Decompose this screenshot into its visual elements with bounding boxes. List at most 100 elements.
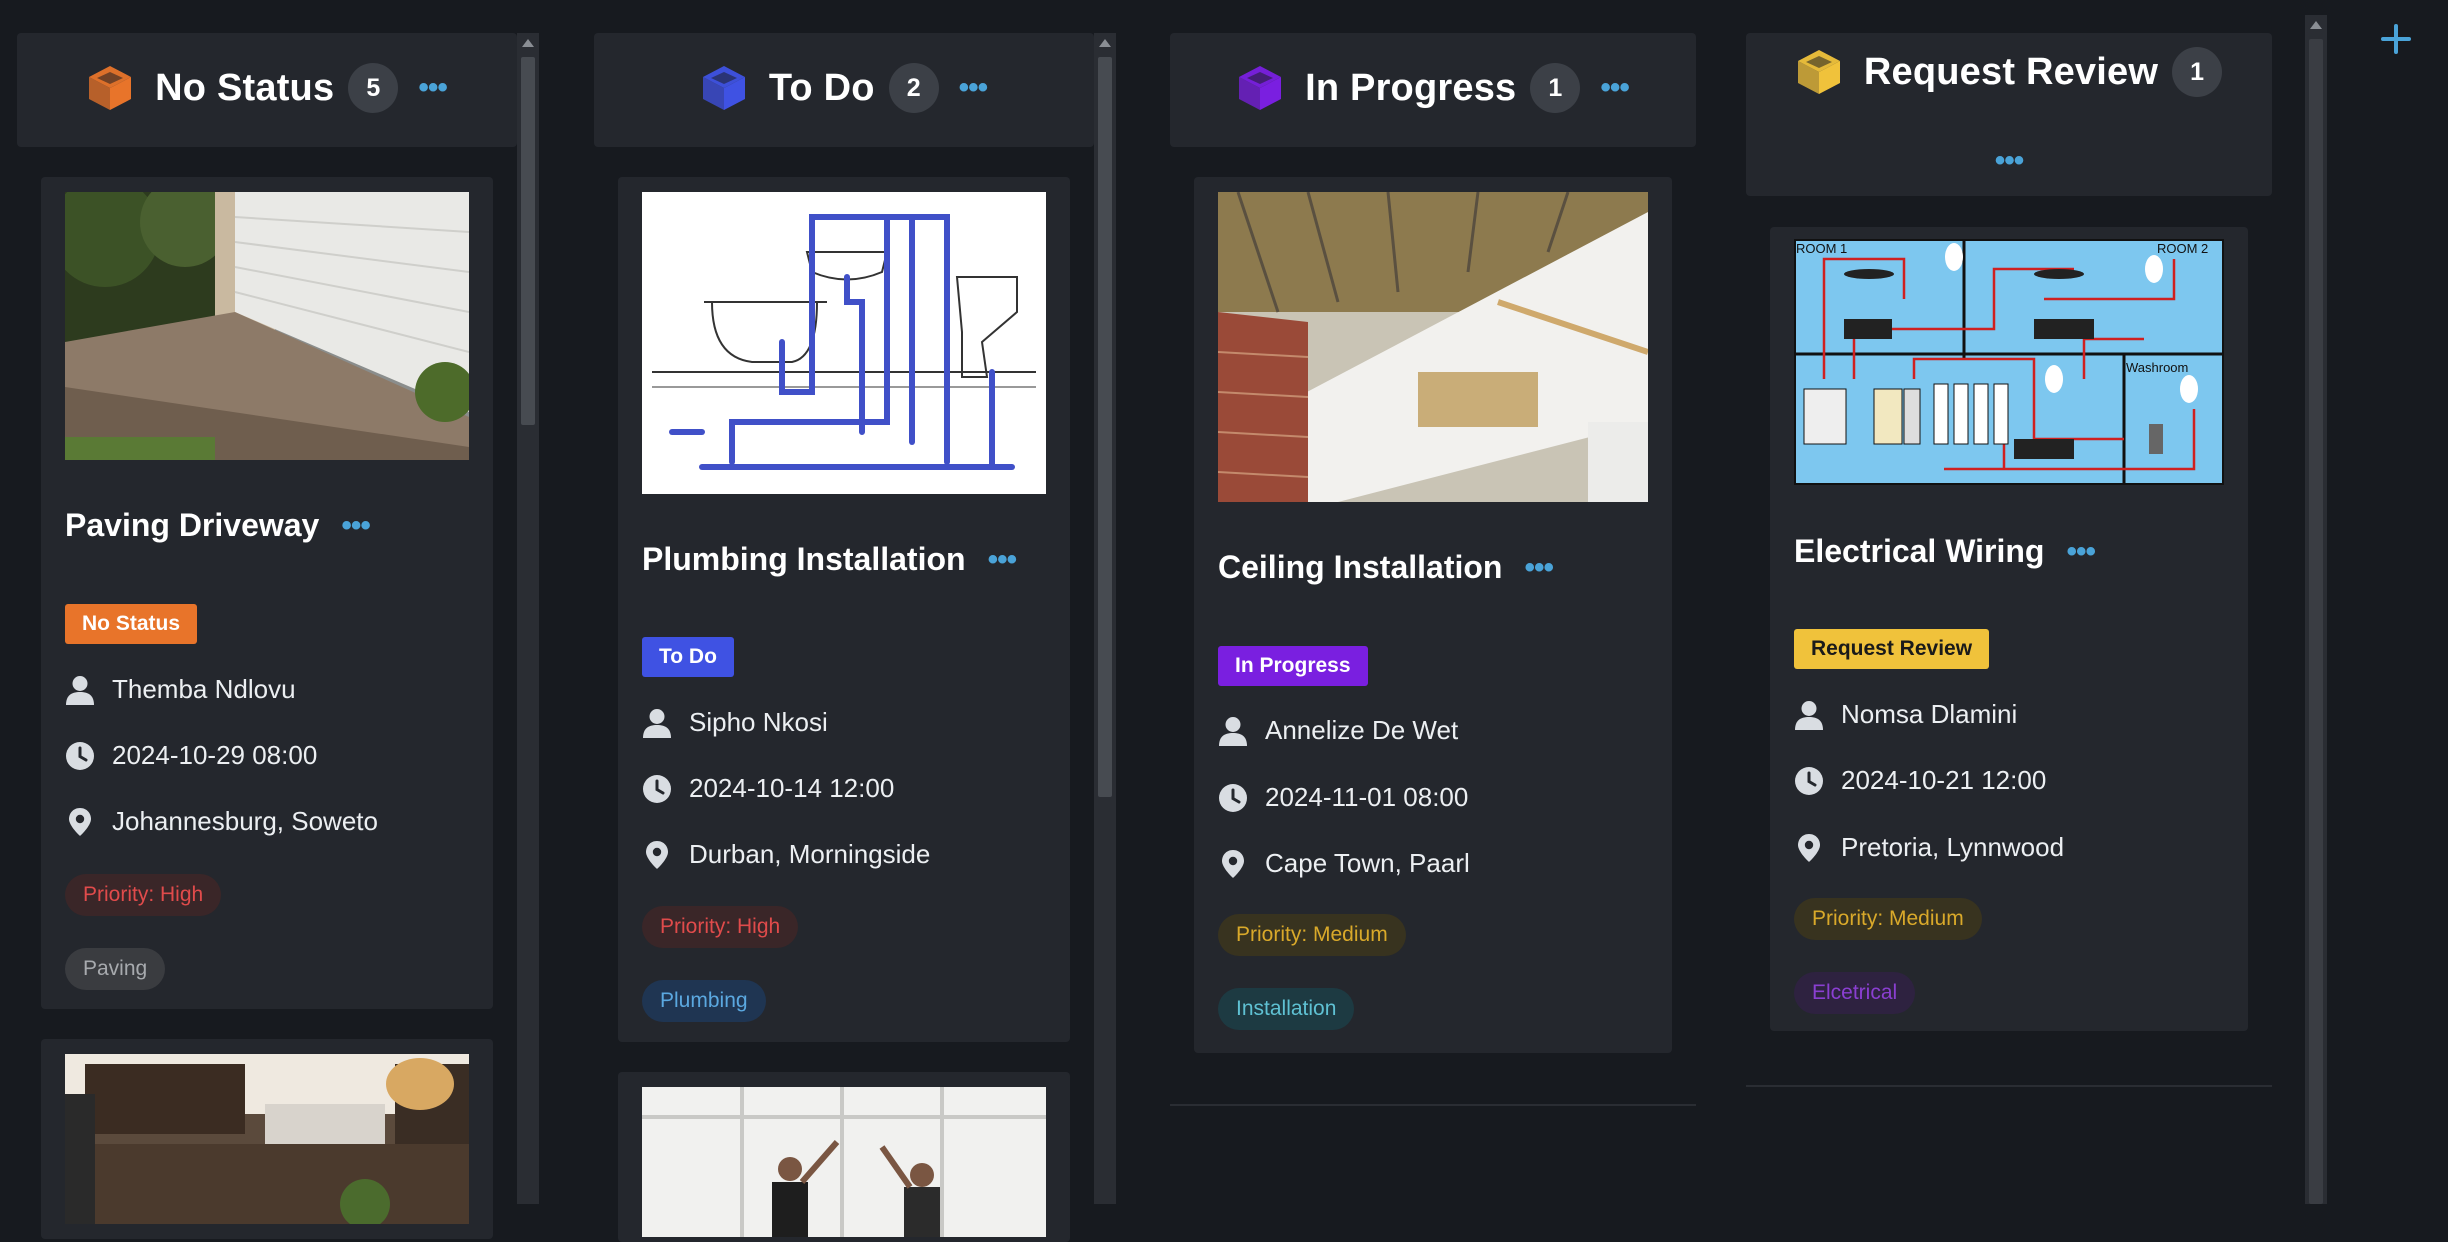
category-tag: Paving (65, 948, 166, 990)
column-title: To Do (768, 66, 875, 109)
status-badge: To Do (642, 637, 734, 677)
status-badge: No Status (65, 604, 198, 644)
column-header: In Progress 1 ••• (1170, 33, 1696, 147)
date-row: 2024-10-21 12:00 (1794, 765, 2046, 796)
card-photo-ceiling (1218, 192, 1648, 502)
column-menu-button[interactable]: ••• (1995, 144, 2024, 177)
task-card[interactable]: Paving Driveway ••• No Status Themba Ndl… (41, 177, 493, 1009)
location: Johannesburg, Soweto (112, 806, 378, 836)
card-title: Electrical Wiring (1794, 533, 2045, 569)
column-menu-button[interactable]: ••• (959, 73, 988, 103)
status-badge: In Progress (1218, 646, 1368, 686)
card-title: Paving Driveway (65, 507, 320, 543)
location-row: Durban, Morningside (642, 839, 930, 870)
card-title-row: Ceiling Installation ••• (1218, 549, 1554, 586)
map-pin-icon (1794, 833, 1824, 863)
scrollbar-thumb[interactable] (1098, 57, 1112, 797)
column-scrollbar[interactable] (517, 33, 539, 1204)
location-row: Pretoria, Lynnwood (1794, 832, 2064, 863)
column-scrollbar[interactable] (1094, 33, 1116, 1204)
scrollbar-thumb[interactable] (2309, 39, 2323, 1204)
card-photo-plumbing (642, 192, 1046, 494)
category-tag: Elcetrical (1794, 972, 1916, 1014)
datetime: 2024-10-21 12:00 (1841, 765, 2047, 795)
card-menu-button[interactable]: ••• (1524, 552, 1553, 582)
clock-icon (1218, 783, 1248, 813)
scroll-up-arrow-icon[interactable] (1094, 39, 1116, 53)
assignee-name: Nomsa Dlamini (1841, 699, 2018, 729)
card-title-row: Paving Driveway ••• (65, 507, 371, 544)
card-photo-kitchen (65, 1054, 469, 1224)
card-photo-window (642, 1087, 1046, 1237)
assignee-name: Sipho Nkosi (689, 707, 828, 737)
diagram-room2-label: ROOM 2 (2157, 241, 2208, 256)
priority-tag: Priority: Medium (1794, 898, 1982, 940)
assignee-row: Annelize De Wet (1218, 715, 1458, 746)
date-row: 2024-10-14 12:00 (642, 773, 894, 804)
add-column-button[interactable] (2376, 14, 2416, 64)
board-scrollbar[interactable] (2305, 15, 2327, 1204)
priority-tag: Priority: Medium (1218, 914, 1406, 956)
clock-icon (65, 741, 95, 771)
datetime: 2024-11-01 08:00 (1265, 782, 1469, 812)
clock-icon (1794, 766, 1824, 796)
column-to-do: To Do 2 ••• Plumbing Installation ••• To… (594, 33, 1134, 1242)
person-icon (642, 708, 672, 738)
map-pin-icon (65, 807, 95, 837)
column-title: In Progress (1305, 66, 1517, 109)
column-no-status: No Status 5 ••• Paving Driveway ••• No S… (17, 33, 557, 1239)
card-menu-button[interactable]: ••• (341, 510, 370, 540)
datetime: 2024-10-29 08:00 (112, 740, 318, 770)
column-count-badge: 2 (888, 63, 939, 113)
card-title-row: Electrical Wiring ••• (1794, 533, 2096, 570)
assignee-row: Nomsa Dlamini (1794, 699, 2017, 730)
column-request-review: Request Review 1 ••• ROOM 1 ROOM 2 Washr… (1746, 33, 2272, 1204)
column-header: No Status 5 ••• (17, 33, 517, 147)
plus-icon (2381, 24, 2411, 54)
card-photo-wiring-diagram: ROOM 1 ROOM 2 Washroom (1794, 239, 2224, 485)
column-menu-button[interactable]: ••• (1600, 73, 1629, 103)
cube-icon (1796, 48, 1842, 96)
card-photo-driveway (65, 192, 469, 460)
column-title: No Status (155, 66, 335, 109)
priority-tag: Priority: High (65, 874, 222, 916)
card-menu-button[interactable]: ••• (2066, 536, 2095, 566)
person-icon (65, 675, 95, 705)
category-tag: Plumbing (642, 980, 766, 1022)
person-icon (1794, 700, 1824, 730)
location: Pretoria, Lynnwood (1841, 832, 2065, 862)
task-card[interactable] (618, 1072, 1070, 1242)
date-row: 2024-10-29 08:00 (65, 740, 317, 771)
column-in-progress: In Progress 1 ••• Ceiling Installation •… (1170, 33, 1696, 1204)
location-row: Johannesburg, Soweto (65, 806, 378, 837)
task-card[interactable]: Ceiling Installation ••• In Progress Ann… (1194, 177, 1672, 1053)
scroll-up-arrow-icon[interactable] (2305, 21, 2327, 35)
column-count-badge: 1 (1530, 63, 1581, 113)
task-card[interactable]: ROOM 1 ROOM 2 Washroom Electrical Wiring… (1770, 227, 2248, 1031)
card-menu-button[interactable]: ••• (988, 544, 1017, 574)
assignee-name: Themba Ndlovu (112, 674, 296, 704)
scroll-up-arrow-icon[interactable] (517, 39, 539, 53)
column-title: Request Review (1863, 50, 2159, 93)
map-pin-icon (1218, 849, 1248, 879)
card-title-row: Plumbing Installation ••• (642, 541, 1017, 578)
task-card[interactable]: Plumbing Installation ••• To Do Sipho Nk… (618, 177, 1070, 1042)
location: Durban, Morningside (689, 839, 931, 869)
date-row: 2024-11-01 08:00 (1218, 782, 1468, 813)
column-count-badge: 5 (348, 63, 399, 113)
assignee-row: Themba Ndlovu (65, 674, 296, 705)
category-tag: Installation (1218, 988, 1355, 1030)
column-footer-divider (1170, 1104, 1696, 1106)
map-pin-icon (642, 840, 672, 870)
column-footer-divider (1746, 1085, 2272, 1087)
location: Cape Town, Paarl (1265, 848, 1470, 878)
scrollbar-thumb[interactable] (521, 57, 535, 425)
kanban-board: No Status 5 ••• Paving Driveway ••• No S… (0, 0, 2448, 1242)
column-header: Request Review 1 ••• (1746, 33, 2272, 196)
column-header: To Do 2 ••• (594, 33, 1094, 147)
person-icon (1218, 716, 1248, 746)
datetime: 2024-10-14 12:00 (689, 773, 895, 803)
task-card[interactable] (41, 1039, 493, 1239)
assignee-name: Annelize De Wet (1265, 715, 1459, 745)
column-menu-button[interactable]: ••• (418, 73, 447, 103)
